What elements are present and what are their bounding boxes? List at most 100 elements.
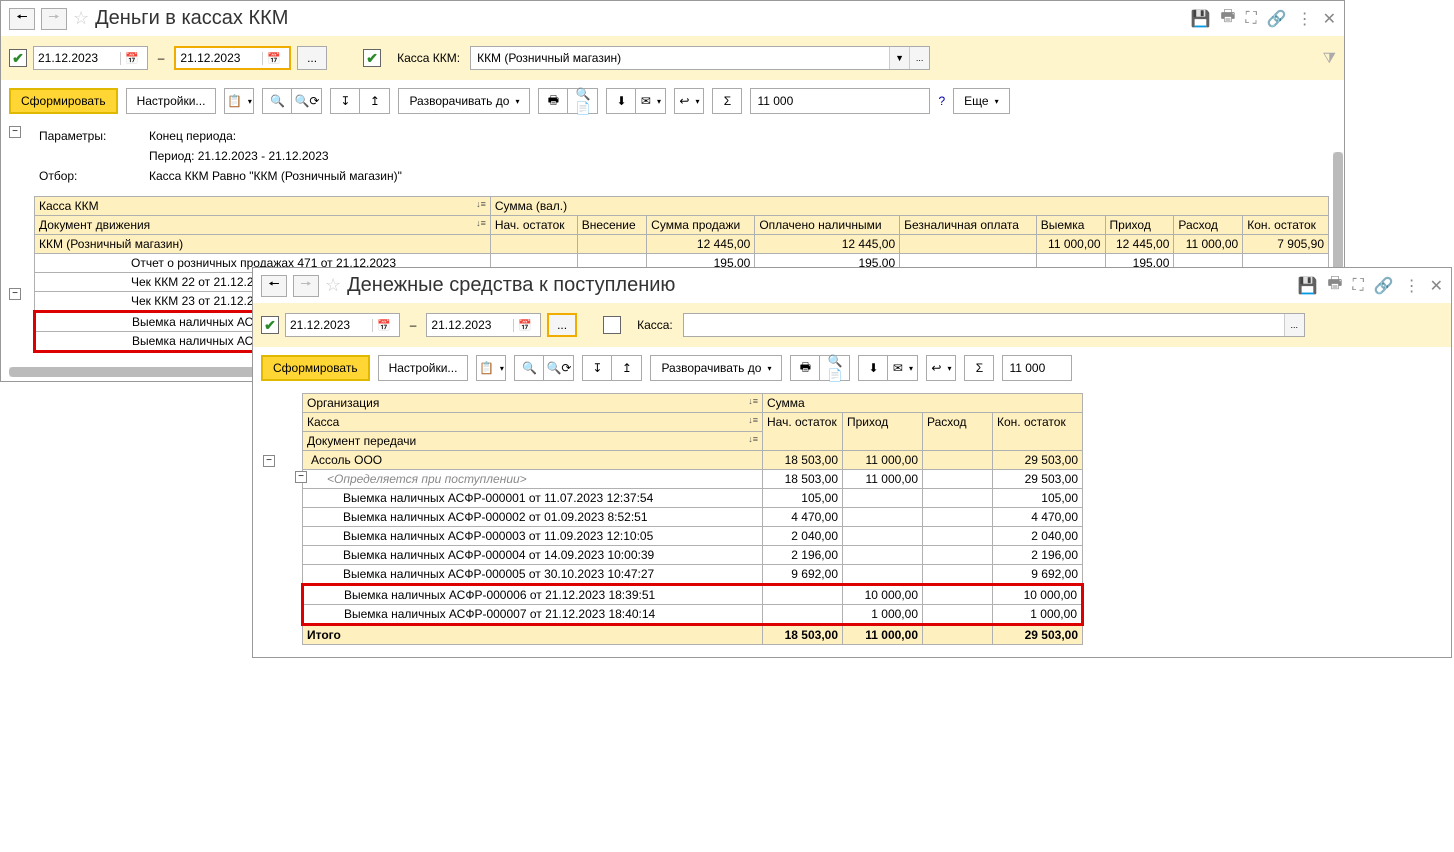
find-button[interactable]: 🔍: [262, 88, 292, 114]
kebab-menu-icon[interactable]: ⋮: [1297, 9, 1313, 29]
col-vnes[interactable]: Внесение: [577, 216, 646, 235]
date-from-input[interactable]: 📅: [285, 313, 400, 337]
save-as-button[interactable]: ⬇: [606, 88, 636, 114]
kassa-checkbox[interactable]: ✔: [363, 49, 381, 67]
search-input[interactable]: [750, 88, 930, 114]
col-kon[interactable]: Кон. остаток: [1243, 216, 1329, 235]
date-to-input[interactable]: 📅: [174, 46, 291, 70]
close-icon[interactable]: ✕: [1323, 9, 1336, 29]
sum-button[interactable]: Σ: [964, 355, 994, 381]
col-sum-group[interactable]: Сумма: [763, 394, 1083, 413]
find-next-button[interactable]: 🔍⟳: [292, 88, 322, 114]
variants-button[interactable]: ↩▾: [926, 355, 956, 381]
calendar-icon[interactable]: 📅: [262, 52, 285, 65]
select-ellipsis-button[interactable]: ...: [909, 47, 929, 69]
table-row[interactable]: Выемка наличных АСФР-000003 от 11.09.202…: [303, 527, 1083, 546]
search-field[interactable]: [757, 94, 923, 108]
dropdown-icon[interactable]: ▼: [889, 47, 909, 69]
col-bezn[interactable]: Безналичная оплата: [900, 216, 1037, 235]
date-from-field[interactable]: [38, 51, 116, 65]
col-nach[interactable]: Нач. остаток: [763, 413, 843, 451]
table-row[interactable]: Выемка наличных АСФР-000001 от 11.07.202…: [303, 489, 1083, 508]
nav-back-button[interactable]: 🠔: [261, 275, 287, 297]
variants-button[interactable]: ↩▾: [674, 88, 704, 114]
col-nach[interactable]: Нач. остаток: [490, 216, 577, 235]
expand-rows-button[interactable]: ↥: [360, 88, 390, 114]
col-kon[interactable]: Кон. остаток: [993, 413, 1083, 451]
col-doc[interactable]: Документ движения↓≡: [35, 216, 491, 235]
tree-collapse-params[interactable]: −: [9, 126, 21, 138]
kassa-value[interactable]: [684, 318, 1284, 332]
send-button[interactable]: ✉▾: [636, 88, 666, 114]
preview-button[interactable]: 🔍📄: [568, 88, 598, 114]
table-row[interactable]: Выемка наличных АСФР-000002 от 01.09.202…: [303, 508, 1083, 527]
period-checkbox[interactable]: ✔: [261, 316, 279, 334]
more-button[interactable]: Еще▾: [953, 88, 1009, 114]
print-button[interactable]: 🖶: [538, 88, 568, 114]
collapse-rows-button[interactable]: ↧: [330, 88, 360, 114]
find-next-button[interactable]: 🔍⟳: [544, 355, 574, 381]
table-row[interactable]: Выемка наличных АСФР-000004 от 14.09.202…: [303, 546, 1083, 565]
period-ellipsis-button[interactable]: ...: [297, 46, 327, 70]
print-button[interactable]: 🖶: [790, 355, 820, 381]
table-row[interactable]: Выемка наличных АСФР-000007 от 21.12.202…: [303, 605, 1083, 625]
kassa-checkbox[interactable]: [603, 316, 621, 334]
col-opl[interactable]: Оплачено наличными: [755, 216, 900, 235]
date-to-input[interactable]: 📅: [426, 313, 541, 337]
kassa-select[interactable]: ▼ ...: [470, 46, 930, 70]
col-sum-group[interactable]: Сумма (вал.): [490, 197, 1328, 216]
date-to-field[interactable]: [180, 51, 258, 65]
tree-collapse-group[interactable]: −: [9, 288, 21, 300]
preview-button[interactable]: 🔍📄: [820, 355, 850, 381]
collapse-rows-button[interactable]: ↧: [582, 355, 612, 381]
calendar-icon[interactable]: 📅: [120, 52, 143, 65]
sum-button[interactable]: Σ: [712, 88, 742, 114]
kassa-select[interactable]: ...: [683, 313, 1305, 337]
col-doc[interactable]: Документ передачи↓≡: [303, 432, 763, 451]
calendar-icon[interactable]: 📅: [513, 319, 536, 332]
col-vyem[interactable]: Выемка: [1036, 216, 1105, 235]
table-row[interactable]: ККМ (Розничный магазин)12 445,0012 445,0…: [35, 235, 1329, 254]
col-kassa[interactable]: Касса↓≡: [303, 413, 763, 432]
expand-to-button[interactable]: Разворачивать до▾: [650, 355, 782, 381]
col-rash[interactable]: Расход: [1174, 216, 1243, 235]
link-icon[interactable]: 🔗: [1374, 276, 1394, 296]
calendar-icon[interactable]: 📅: [372, 319, 395, 332]
save-as-button[interactable]: ⬇: [858, 355, 888, 381]
period-ellipsis-button[interactable]: ...: [547, 313, 577, 337]
link-icon[interactable]: 🔗: [1267, 9, 1287, 29]
col-rash[interactable]: Расход: [923, 413, 993, 451]
save-icon[interactable]: 💾: [1190, 9, 1210, 29]
print-icon[interactable]: 🖶: [1220, 5, 1235, 32]
expand-icon[interactable]: ⛶: [1245, 10, 1256, 28]
date-from-field[interactable]: [290, 318, 368, 332]
col-sump[interactable]: Сумма продажи: [647, 216, 755, 235]
settings-button[interactable]: Настройки...: [126, 88, 217, 114]
nav-back-button[interactable]: 🠔: [9, 8, 35, 30]
kassa-value[interactable]: [471, 51, 889, 65]
table-row[interactable]: <Определяется при поступлении>18 503,001…: [303, 470, 1083, 489]
search-field[interactable]: [1009, 361, 1065, 375]
table-row[interactable]: Ассоль ООО18 503,0011 000,0029 503,00: [303, 451, 1083, 470]
select-ellipsis-button[interactable]: ...: [1284, 314, 1304, 336]
tree-collapse-kassa[interactable]: −: [295, 471, 307, 483]
period-checkbox[interactable]: ✔: [9, 49, 27, 67]
search-input[interactable]: [1002, 355, 1072, 381]
nav-forward-button[interactable]: 🠖: [293, 275, 319, 297]
expand-to-button[interactable]: Разворачивать до▾: [398, 88, 530, 114]
tree-collapse-org[interactable]: −: [263, 455, 275, 467]
paste-settings-button[interactable]: 📋▾: [476, 355, 506, 381]
date-from-input[interactable]: 📅: [33, 46, 148, 70]
print-icon[interactable]: 🖶: [1327, 272, 1342, 299]
save-icon[interactable]: 💾: [1297, 276, 1317, 296]
col-prih[interactable]: Приход: [843, 413, 923, 451]
col-kassa[interactable]: Касса ККМ↓≡: [35, 197, 491, 216]
find-button[interactable]: 🔍: [514, 355, 544, 381]
nav-forward-button[interactable]: 🠖: [41, 8, 67, 30]
generate-button[interactable]: Сформировать: [261, 355, 370, 381]
kebab-menu-icon[interactable]: ⋮: [1404, 276, 1420, 296]
date-to-field[interactable]: [431, 318, 509, 332]
settings-button[interactable]: Настройки...: [378, 355, 469, 381]
generate-button[interactable]: Сформировать: [9, 88, 118, 114]
paste-settings-button[interactable]: 📋▾: [224, 88, 254, 114]
